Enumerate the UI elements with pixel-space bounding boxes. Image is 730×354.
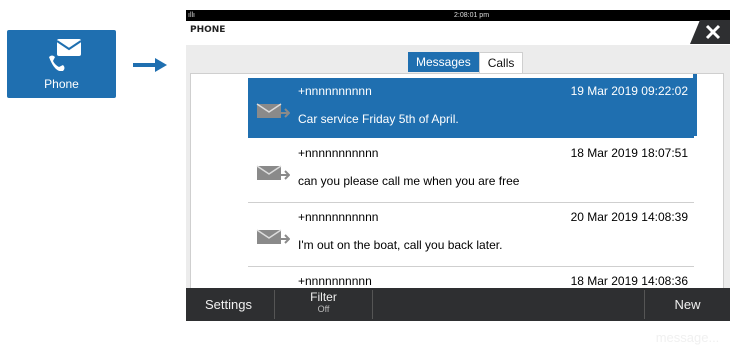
phone-tile-label: Phone <box>44 77 79 91</box>
message-sender: +nnnnnnnnnn <box>298 84 372 98</box>
tab-calls[interactable]: Calls <box>478 52 524 74</box>
list-item[interactable]: +nnnnnnnnnnn 20 Mar 2019 14:08:39 I'm ou… <box>248 204 694 264</box>
envelope-outgoing-icon <box>256 229 290 244</box>
message-date: 18 Mar 2019 18:07:51 <box>570 146 688 160</box>
message-sender: +nnnnnnnnnnn <box>298 146 379 160</box>
list-item[interactable]: +nnnnnnnnnn 19 Mar 2019 09:22:02 Car ser… <box>248 78 694 138</box>
new-message-button[interactable]: New message... <box>645 288 730 345</box>
filter-label: Filter <box>310 290 337 304</box>
divider <box>248 202 694 203</box>
bottom-toolbar: Settings Filter Off New message... <box>186 288 730 345</box>
envelope-outgoing-icon <box>256 103 290 118</box>
message-date: 18 Mar 2019 14:08:36 <box>570 274 688 288</box>
status-bar: ıllı 2:08:01 pm <box>186 10 730 21</box>
filter-state: Off <box>317 304 330 314</box>
divider <box>274 290 275 319</box>
tab-messages[interactable]: Messages <box>408 52 479 72</box>
filter-button[interactable]: Filter Off <box>276 288 371 321</box>
message-sender: +nnnnnnnnnnn <box>298 210 379 224</box>
message-date: 20 Mar 2019 14:08:39 <box>570 210 688 224</box>
tab-bar: Messages Calls <box>408 52 524 74</box>
message-text: Car service Friday 5th of April. <box>298 112 459 126</box>
phone-mail-icon <box>49 39 82 71</box>
page-title: PHONE <box>190 25 226 35</box>
list-item[interactable]: +nnnnnnnnnn 18 Mar 2019 14:08:36 <box>248 268 694 289</box>
message-text: I'm out on the boat, call you back later… <box>298 238 503 252</box>
divider <box>248 266 694 267</box>
phone-screen: ıllı 2:08:01 pm PHONE Messages Calls +nn… <box>186 10 730 345</box>
envelope-outgoing-icon <box>256 165 290 180</box>
list-item[interactable]: +nnnnnnnnnnn 18 Mar 2019 18:07:51 can yo… <box>248 140 694 200</box>
divider <box>372 290 373 319</box>
message-sender: +nnnnnnnnnn <box>298 274 372 288</box>
phone-app-tile[interactable]: Phone <box>7 30 116 98</box>
signal-icon: ıllı <box>188 12 195 19</box>
arrow-right-icon <box>133 58 167 72</box>
message-list[interactable]: +nnnnnnnnnn 19 Mar 2019 09:22:02 Car ser… <box>190 73 724 290</box>
scrollbar-thumb[interactable] <box>693 74 697 136</box>
close-button[interactable] <box>690 20 730 44</box>
message-text: can you please call me when you are free <box>298 174 520 188</box>
settings-button[interactable]: Settings <box>186 288 271 321</box>
status-time: 2:08:01 pm <box>454 12 490 19</box>
message-date: 19 Mar 2019 09:22:02 <box>570 84 688 98</box>
title-bar: PHONE <box>186 21 730 45</box>
